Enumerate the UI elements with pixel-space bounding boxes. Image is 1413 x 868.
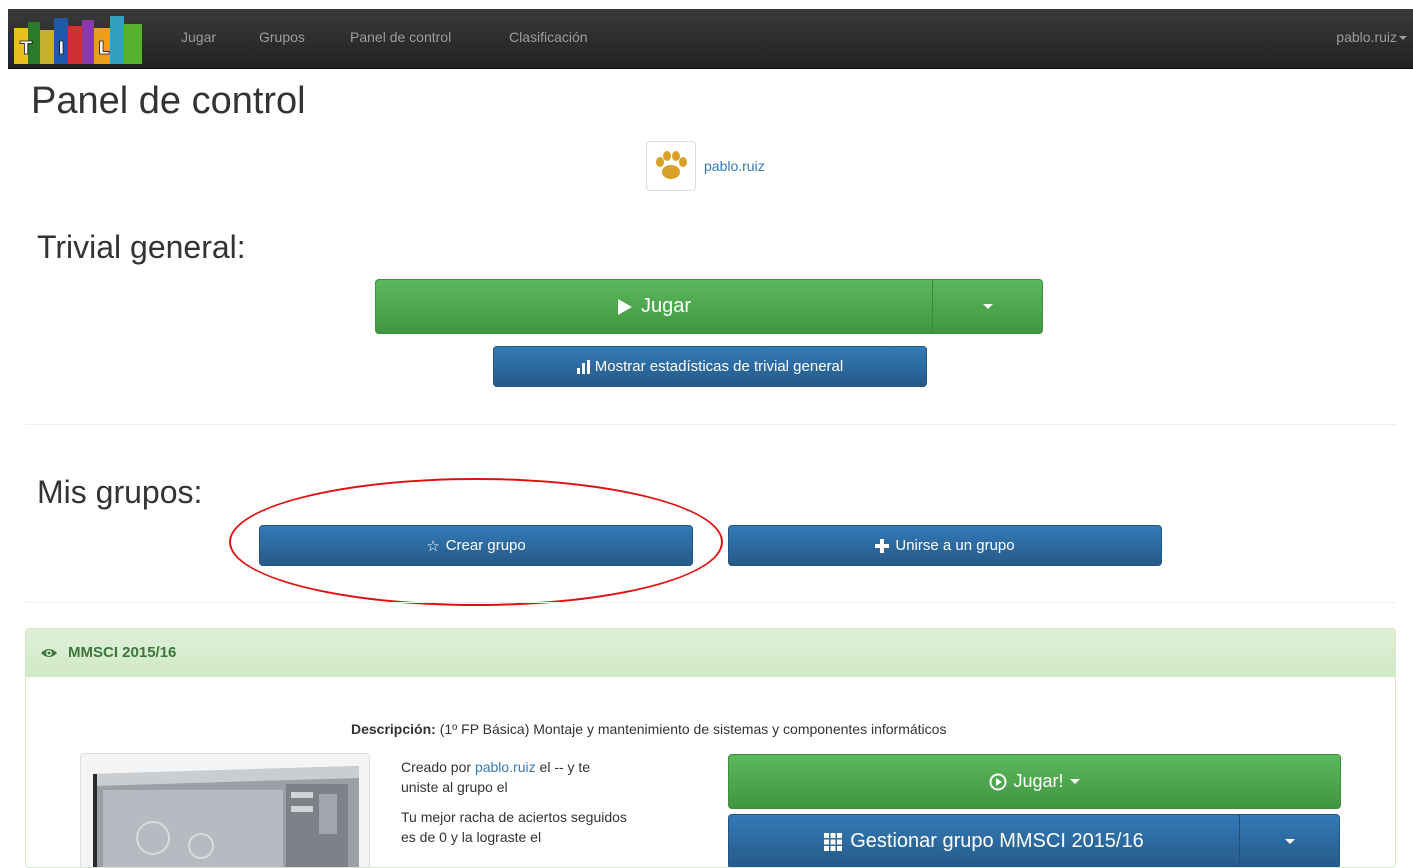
play-icon bbox=[617, 298, 632, 315]
grid-icon bbox=[824, 832, 843, 851]
user-menu[interactable]: pablo.ruiz bbox=[1336, 29, 1407, 45]
profile-chip: pablo.ruiz bbox=[646, 141, 765, 191]
svg-text:L: L bbox=[98, 38, 109, 59]
bar-chart-icon bbox=[576, 359, 590, 374]
trivial-general-title: Trivial general: bbox=[37, 229, 246, 265]
plus-icon bbox=[875, 538, 890, 553]
caret-down-icon bbox=[1284, 839, 1295, 844]
nav-link-panel-de-control[interactable]: Panel de control bbox=[350, 29, 451, 45]
manage-group-label: Gestionar grupo MMSCI 2015/16 bbox=[850, 830, 1144, 852]
play-group-label: Jugar! bbox=[1013, 771, 1064, 791]
nav-link-clasificacion[interactable]: Clasificación bbox=[509, 29, 588, 45]
caret-down-icon bbox=[1399, 36, 1407, 41]
nav-link-grupos[interactable]: Grupos bbox=[259, 29, 305, 45]
group-image bbox=[80, 753, 370, 867]
joined-text: uniste al grupo el bbox=[401, 779, 508, 795]
page-title: Panel de control bbox=[31, 80, 306, 122]
eye-icon bbox=[41, 648, 57, 657]
play-trivial-dropdown-toggle[interactable] bbox=[932, 279, 1043, 334]
caret-down-icon bbox=[982, 304, 993, 309]
creator-info: Creado por pablo.ruiz el -- y te uniste … bbox=[401, 757, 701, 797]
join-group-button[interactable]: Unirse a un grupo bbox=[728, 525, 1162, 566]
streak-line-2: es de 0 y la lograste el bbox=[401, 829, 542, 845]
my-groups-title: Mis grupos: bbox=[37, 474, 203, 510]
star-icon: ☆ bbox=[426, 537, 440, 555]
description-label: Descripción: bbox=[351, 721, 436, 737]
manage-group-button[interactable]: Gestionar grupo MMSCI 2015/16 bbox=[728, 814, 1240, 867]
play-circle-icon bbox=[989, 773, 1007, 790]
group-panel-body: Descripción: (1º FP Básica) Montaje y ma… bbox=[26, 677, 1395, 867]
streak-info: Tu mejor racha de aciertos seguidos es d… bbox=[401, 807, 701, 847]
paw-icon bbox=[656, 151, 687, 179]
description-text: (1º FP Básica) Montaje y mantenimiento d… bbox=[439, 721, 947, 737]
play-group-button[interactable]: Jugar! bbox=[728, 754, 1341, 809]
computer-case-image bbox=[81, 754, 369, 867]
creator-suffix: el -- y te bbox=[539, 759, 591, 775]
streak-line-1: Tu mejor racha de aciertos seguidos bbox=[401, 809, 627, 825]
profile-username-link[interactable]: pablo.ruiz bbox=[704, 158, 765, 174]
play-trivial-label: Jugar bbox=[640, 295, 692, 317]
svg-text:I: I bbox=[58, 38, 65, 59]
group-panel: MMSCI 2015/16 Descripción: (1º FP Básica… bbox=[25, 628, 1396, 868]
divider bbox=[25, 602, 1396, 603]
nav-link-jugar[interactable]: Jugar bbox=[181, 29, 216, 45]
group-panel-heading[interactable]: MMSCI 2015/16 bbox=[26, 629, 1395, 677]
manage-group-dropdown-toggle[interactable] bbox=[1239, 814, 1340, 867]
caret-down-icon bbox=[1069, 779, 1080, 784]
show-stats-label: Mostrar estadísticas de trivial general bbox=[594, 358, 844, 375]
trivial-logo[interactable]: T I L bbox=[10, 10, 150, 68]
create-group-label: Crear grupo bbox=[445, 537, 526, 554]
user-menu-label: pablo.ruiz bbox=[1336, 29, 1397, 45]
play-trivial-button[interactable]: Jugar bbox=[375, 279, 933, 334]
group-description: Descripción: (1º FP Básica) Montaje y ma… bbox=[351, 721, 946, 737]
creator-prefix: Creado por bbox=[401, 759, 472, 775]
creator-user-link[interactable]: pablo.ruiz bbox=[475, 759, 536, 775]
join-group-label: Unirse a un grupo bbox=[895, 537, 1015, 554]
navbar: T I L Jugar Grupos Panel de control Clas… bbox=[8, 9, 1413, 69]
avatar[interactable] bbox=[646, 141, 696, 191]
create-group-button[interactable]: ☆ Crear grupo bbox=[259, 525, 693, 566]
group-name: MMSCI 2015/16 bbox=[68, 644, 177, 661]
show-stats-button[interactable]: Mostrar estadísticas de trivial general bbox=[493, 346, 927, 387]
svg-text:T: T bbox=[20, 38, 33, 59]
divider bbox=[25, 424, 1396, 425]
